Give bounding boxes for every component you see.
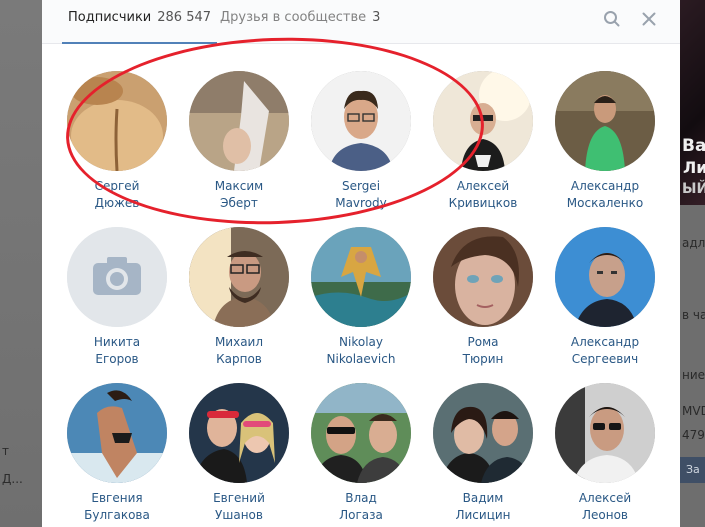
subscriber-card[interactable]: Максим Эберт: [179, 44, 299, 210]
tab-label: Друзья в сообществе: [220, 10, 367, 25]
background-page-left: т Д...: [0, 0, 42, 527]
subscriber-card[interactable]: Александр Сергеевич: [545, 200, 665, 366]
subscriber-card[interactable]: Sergei Mavrody: [301, 44, 421, 210]
background-text: Д...: [2, 472, 23, 486]
user-avatar[interactable]: [67, 71, 167, 171]
user-name[interactable]: Вадим Лисицин: [423, 490, 543, 524]
background-text: 479: [682, 428, 705, 442]
subscriber-card[interactable]: Алексей Кривицков: [423, 44, 543, 210]
tab-subscribers[interactable]: Подписчики 286 547: [62, 0, 218, 44]
tab-friends-in-community[interactable]: Друзья в сообществе 3: [220, 0, 380, 44]
user-avatar[interactable]: [189, 71, 289, 171]
background-text: адл: [682, 236, 705, 250]
user-name[interactable]: Евгения Булгакова: [57, 490, 177, 524]
tab-label: Подписчики: [68, 10, 152, 25]
user-name[interactable]: Алексей Леонов: [545, 490, 665, 524]
user-name[interactable]: Евгений Ушанов: [179, 490, 299, 524]
user-avatar[interactable]: [555, 383, 655, 483]
camera-icon: [67, 227, 167, 327]
modal-tabbar: Подписчики 286 547 Друзья в сообществе 3: [42, 0, 680, 44]
close-icon[interactable]: [639, 9, 659, 29]
user-avatar[interactable]: [433, 227, 533, 327]
promo-banner: Ва Ли ЫЙ: [680, 0, 705, 205]
join-button[interactable]: За: [680, 457, 705, 483]
user-avatar-placeholder[interactable]: [67, 227, 167, 327]
user-avatar[interactable]: [433, 71, 533, 171]
subscriber-card[interactable]: Вадим Лисицин: [423, 356, 543, 522]
background-text: т: [2, 444, 9, 458]
tab-count: 286 547: [157, 10, 212, 25]
user-avatar[interactable]: [189, 227, 289, 327]
user-avatar[interactable]: [67, 383, 167, 483]
user-avatar[interactable]: [433, 383, 533, 483]
background-text: MVD: [682, 404, 705, 418]
subscriber-card[interactable]: Евгений Ушанов: [179, 356, 299, 522]
subscriber-card[interactable]: Михаил Карпов: [179, 200, 299, 366]
background-text: ние: [682, 368, 705, 382]
subscribers-grid: Сергей Дюжев Максим Эберт Sergei Mavrody Ал…: [42, 44, 680, 527]
members-modal: Подписчики 286 547 Друзья в сообществе 3 С…: [42, 0, 680, 527]
subscriber-card[interactable]: Александр Москаленко: [545, 44, 665, 210]
subscriber-card[interactable]: Сергей Дюжев: [57, 44, 177, 210]
user-avatar[interactable]: [189, 383, 289, 483]
user-avatar[interactable]: [555, 227, 655, 327]
subscriber-card[interactable]: Влад Логаза: [301, 356, 421, 522]
subscriber-card[interactable]: Nikolay Nikolaevich: [301, 200, 421, 366]
subscriber-card[interactable]: Алексей Леонов: [545, 356, 665, 522]
user-avatar[interactable]: [311, 71, 411, 171]
tab-count: 3: [372, 10, 381, 25]
user-avatar[interactable]: [555, 71, 655, 171]
search-icon[interactable]: [602, 9, 622, 29]
user-name[interactable]: Влад Логаза: [301, 490, 421, 524]
subscriber-card[interactable]: Рома Тюрин: [423, 200, 543, 366]
subscriber-card[interactable]: Евгения Булгакова: [57, 356, 177, 522]
user-avatar[interactable]: [311, 227, 411, 327]
subscriber-card[interactable]: Никита Егоров: [57, 200, 177, 366]
background-page-right: Ва Ли ЫЙ адл в ча ние MVD 479 За: [680, 0, 705, 527]
user-avatar[interactable]: [311, 383, 411, 483]
background-text: в ча: [682, 308, 705, 322]
